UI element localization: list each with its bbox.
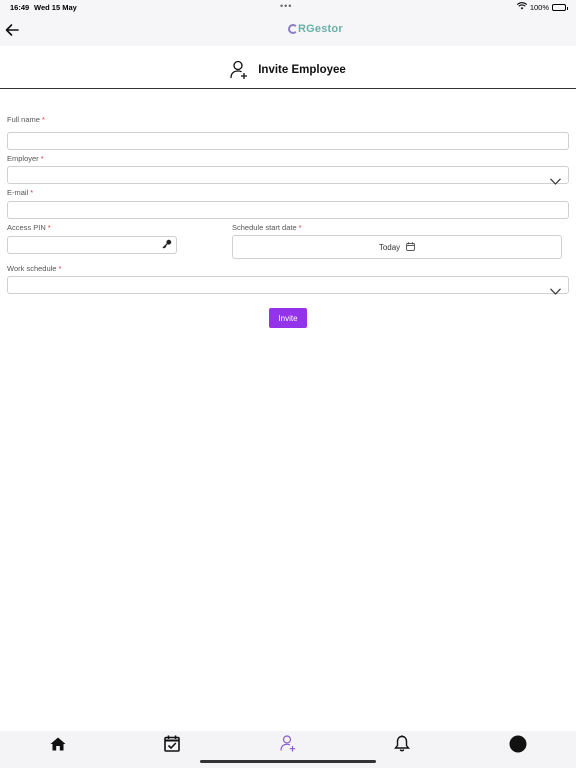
status-right: 100% — [516, 2, 568, 12]
title-divider — [0, 88, 576, 89]
access-pin-input[interactable] — [7, 236, 159, 254]
nav-profile[interactable] — [509, 735, 527, 758]
required-mark: * — [58, 264, 62, 273]
page-title: Invite Employee — [258, 64, 346, 76]
access-pin-label: Access PIN * — [7, 223, 51, 232]
home-indicator[interactable] — [200, 760, 376, 763]
logo-mark — [288, 24, 298, 34]
app-header: RGestor — [0, 16, 576, 46]
app-logo: RGestor — [288, 23, 343, 35]
bell-icon — [394, 735, 410, 757]
avatar-icon — [509, 735, 527, 758]
required-mark: * — [298, 223, 302, 232]
battery-percent: 100% — [529, 2, 549, 12]
full-name-input[interactable] — [7, 132, 569, 150]
nav-invite[interactable] — [279, 735, 297, 757]
nav-home[interactable] — [49, 737, 67, 755]
schedule-start-date-picker[interactable]: Today — [232, 235, 562, 259]
status-date: Wed 15 May — [34, 3, 77, 12]
nav-schedule[interactable] — [163, 735, 181, 757]
required-mark: * — [47, 223, 51, 232]
full-name-label-text: Full name — [7, 115, 40, 124]
work-schedule-label: Work schedule * — [7, 264, 61, 273]
key-icon — [162, 236, 172, 254]
email-label: E-mail * — [7, 188, 33, 197]
chevron-down-icon — [550, 282, 561, 295]
nav-notifications[interactable] — [393, 735, 411, 757]
employer-label: Employer * — [7, 154, 44, 163]
full-name-label: Full name * — [7, 115, 45, 124]
home-icon — [50, 737, 66, 756]
chevron-down-icon — [550, 172, 561, 185]
logo-text: RGestor — [298, 23, 343, 35]
invite-button[interactable]: Invite — [269, 308, 307, 328]
employer-label-text: Employer — [7, 154, 39, 163]
user-plus-icon — [280, 735, 296, 757]
required-mark: * — [40, 154, 44, 163]
wifi-icon — [516, 2, 527, 12]
work-schedule-select[interactable] — [7, 276, 569, 295]
back-button[interactable] — [5, 23, 21, 39]
schedule-start-date-label: Schedule start date * — [232, 223, 302, 232]
required-mark: * — [41, 115, 45, 124]
status-time: 16:49 — [10, 3, 30, 12]
battery-icon — [552, 3, 568, 11]
generate-pin-button[interactable] — [158, 236, 177, 254]
schedule-start-date-label-text: Schedule start date — [232, 223, 297, 232]
email-label-text: E-mail — [7, 188, 29, 197]
calendar-check-icon — [164, 735, 180, 757]
access-pin-label-text: Access PIN — [7, 223, 46, 232]
email-input[interactable] — [7, 201, 569, 219]
status-bar: 16:49 Wed 15 May ••• 100% — [0, 0, 576, 16]
calendar-icon — [406, 241, 416, 253]
employer-select[interactable] — [7, 166, 569, 185]
required-mark: * — [30, 188, 34, 197]
user-plus-icon — [230, 60, 248, 80]
work-schedule-label-text: Work schedule — [7, 264, 57, 273]
schedule-start-date-value: Today — [378, 242, 401, 252]
page-title-row: Invite Employee — [0, 57, 576, 83]
arrow-left-icon — [5, 24, 19, 41]
multitasking-dots[interactable]: ••• — [280, 1, 292, 11]
